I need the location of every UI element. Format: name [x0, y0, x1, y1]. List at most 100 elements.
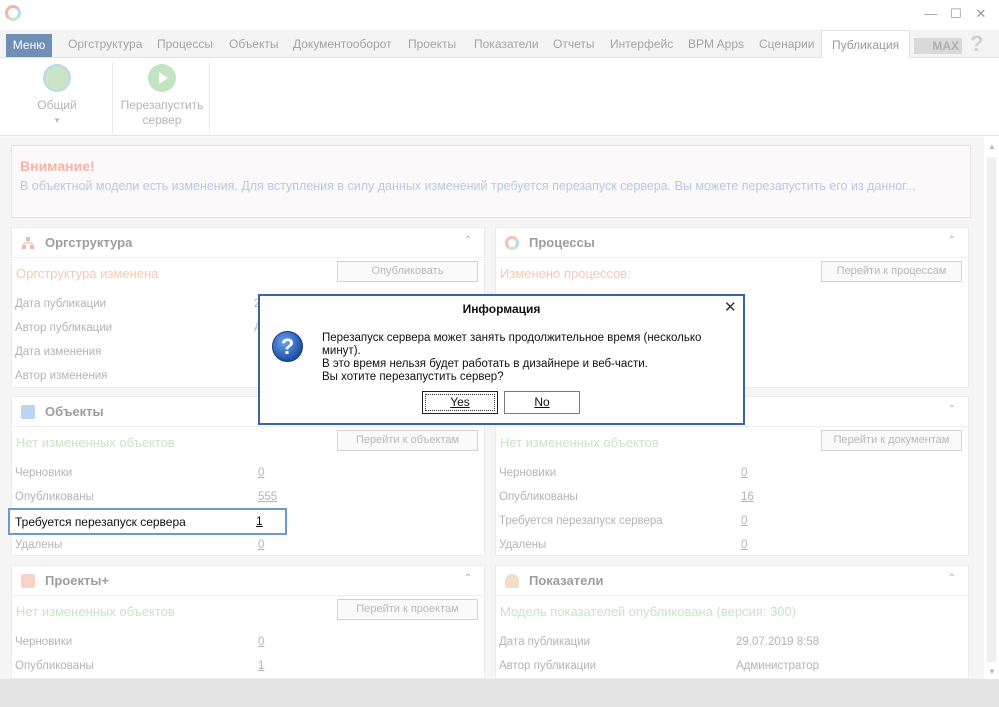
- app-logo-icon: [5, 5, 21, 21]
- publication-author-value: Администратор: [736, 660, 819, 672]
- panel-title: Проекты+: [45, 573, 110, 588]
- panel-status: Нет измененных объектов: [500, 435, 659, 450]
- row-label: Черновики: [499, 467, 557, 479]
- collapse-icon[interactable]: ⌃: [464, 573, 472, 584]
- objects-icon: [21, 405, 35, 419]
- gauge-icon: [505, 574, 519, 588]
- collapse-icon[interactable]: ⌃: [948, 573, 956, 584]
- restart-label-line2: сервер: [142, 113, 182, 127]
- panel-status: Модель показателей опубликована (версия:…: [500, 604, 797, 619]
- publication-date-value: 29.07.2019 8:58: [736, 636, 820, 648]
- panel-title: Показатели: [529, 573, 604, 588]
- general-button[interactable]: Общий ▾: [20, 64, 94, 134]
- tab-scenarios[interactable]: Сценарии: [759, 30, 814, 58]
- row-label: Требуется перезапуск сервера: [15, 515, 186, 529]
- info-dialog: Информация ✕ ? Перезапуск сервера может …: [258, 294, 745, 425]
- close-window-button[interactable]: ✕: [970, 4, 992, 24]
- globe-icon: [43, 64, 71, 92]
- no-button-label: No: [534, 395, 550, 409]
- collapse-icon[interactable]: ⌃: [948, 404, 956, 415]
- panel-title: Объекты: [45, 404, 104, 419]
- published-count-link[interactable]: 16: [741, 491, 754, 503]
- drafts-count-link[interactable]: 0: [741, 467, 747, 479]
- tab-objects[interactable]: Объекты: [229, 30, 279, 58]
- go-to-documents-button[interactable]: Перейти к документам: [821, 430, 962, 451]
- row-label: Опубликованы: [499, 491, 578, 503]
- publish-button[interactable]: Опубликовать: [337, 261, 478, 282]
- panel-status: Нет измененных объектов: [16, 435, 175, 450]
- drafts-count-link[interactable]: 0: [258, 467, 264, 479]
- panel-projects: Проекты+ ⌃ Нет измененных объектов Перей…: [11, 565, 485, 679]
- row-label: Дата публикации: [499, 636, 591, 648]
- panel-header: Процессы ⌃: [496, 228, 968, 258]
- tab-publication[interactable]: Публикация: [821, 30, 911, 59]
- restart-warning-banner: Внимание! В объектной модели есть измене…: [11, 145, 971, 218]
- menu-bar: Меню Оргструктура Процессы Объекты Докум…: [0, 30, 999, 59]
- deleted-count-link[interactable]: 0: [741, 539, 747, 551]
- row-label: Черновики: [15, 467, 73, 479]
- restart-server-button[interactable]: Перезапустить сервер: [116, 64, 208, 134]
- scroll-up-icon[interactable]: ▲: [988, 142, 996, 151]
- tab-reports[interactable]: Отчеты: [553, 30, 594, 58]
- panel-title: Процессы: [529, 235, 595, 250]
- panel-status: Нет измененных объектов: [16, 604, 175, 619]
- panel-header: Проекты+ ⌃: [12, 566, 484, 596]
- yes-button[interactable]: Yes: [422, 391, 498, 414]
- row-label: Автор изменения: [15, 370, 108, 382]
- status-bar: [0, 679, 999, 707]
- scrollbar-thumb[interactable]: [987, 157, 996, 662]
- main-menu-button[interactable]: Меню: [6, 34, 52, 57]
- go-to-projects-button[interactable]: Перейти к проектам: [337, 599, 478, 620]
- scroll-down-icon[interactable]: ▼: [988, 667, 996, 676]
- maximize-button[interactable]: ☐: [945, 4, 967, 24]
- chevron-down-icon: ▾: [54, 115, 60, 125]
- row-label: Требуется перезапуск сервера: [499, 515, 663, 527]
- row-label: Удалены: [15, 539, 63, 551]
- row-label: Дата публикации: [15, 298, 107, 310]
- panel-header: Оргструктура ⌃: [12, 228, 484, 258]
- dialog-close-button[interactable]: ✕: [724, 298, 737, 316]
- restart-required-count-link[interactable]: 1: [256, 514, 263, 528]
- panel-status: Оргструктура изменена: [16, 266, 159, 281]
- processes-icon: [505, 236, 519, 250]
- help-icon[interactable]: ?: [970, 31, 983, 57]
- deleted-count-link[interactable]: 0: [258, 539, 264, 551]
- title-bar: — ☐ ✕: [0, 0, 999, 30]
- panel-header: Показатели ⌃: [496, 566, 968, 596]
- max-badge: MAX: [914, 38, 962, 54]
- drafts-count-link[interactable]: 0: [258, 636, 264, 648]
- go-to-processes-button[interactable]: Перейти к процессам: [821, 261, 962, 282]
- minimize-button[interactable]: —: [920, 4, 942, 24]
- collapse-icon[interactable]: ⌃: [948, 235, 956, 246]
- tab-processes[interactable]: Процессы: [157, 30, 213, 58]
- app-window: — ☐ ✕ Меню Оргструктура Процессы Объекты…: [0, 0, 999, 707]
- no-button[interactable]: No: [504, 391, 580, 414]
- warning-title: Внимание!: [20, 158, 95, 174]
- published-count-link[interactable]: 1: [258, 660, 264, 672]
- tab-projects[interactable]: Проекты: [408, 30, 456, 58]
- dialog-title: Информация: [462, 302, 541, 316]
- play-icon: [148, 64, 176, 92]
- row-label: Опубликованы: [15, 660, 94, 672]
- tab-interface[interactable]: Интерфейс: [610, 30, 673, 58]
- tab-documents[interactable]: Документооборот: [293, 30, 392, 58]
- collapse-icon[interactable]: ⌃: [464, 235, 472, 246]
- panel-indicators: Показатели ⌃ Модель показателей опублико…: [495, 565, 969, 679]
- tab-orgstructure[interactable]: Оргструктура: [68, 30, 142, 58]
- dialog-message-line: Перезапуск сервера может занять продолжи…: [322, 332, 702, 357]
- org-chart-icon: [22, 237, 34, 249]
- row-label: Удалены: [499, 539, 547, 551]
- published-count-link[interactable]: 555: [258, 491, 277, 503]
- row-label: Дата изменения: [15, 346, 102, 358]
- ribbon-separator: [112, 62, 113, 134]
- ribbon: Общий ▾ Перезапустить сервер: [0, 58, 999, 136]
- restart-required-count-link[interactable]: 0: [741, 515, 747, 527]
- projects-icon: [21, 574, 35, 588]
- question-icon: ?: [272, 331, 303, 362]
- restart-label-line1: Перезапустить: [120, 98, 204, 112]
- row-label: Опубликованы: [15, 491, 94, 503]
- yes-button-label: Yes: [450, 395, 470, 409]
- tab-indicators[interactable]: Показатели: [474, 30, 539, 58]
- go-to-objects-button[interactable]: Перейти к объектам: [337, 430, 478, 451]
- tab-bpm-apps[interactable]: BPM Apps: [688, 30, 744, 58]
